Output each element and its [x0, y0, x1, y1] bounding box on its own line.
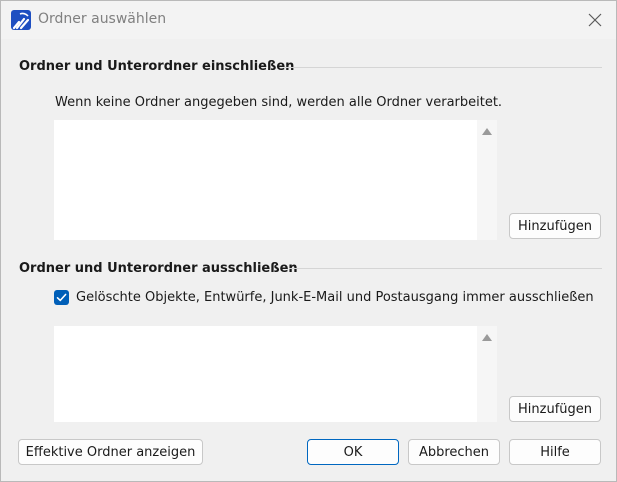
exclude-default-folders-label[interactable]: Gelöschte Objekte, Entwürfe, Junk-E-Mail… [76, 290, 594, 305]
include-list-scrollbar[interactable] [477, 120, 497, 240]
scroll-up-arrow-icon[interactable] [482, 334, 492, 341]
include-add-button[interactable]: Hinzufügen [509, 213, 601, 239]
close-icon [588, 13, 602, 27]
exclude-section-heading: Ordner und Unterordner ausschließen [19, 261, 298, 276]
checkmark-icon [56, 293, 67, 302]
include-hint-text: Wenn keine Ordner angegeben sind, werden… [55, 95, 503, 110]
exclude-section-divider [289, 268, 602, 269]
include-section-divider [285, 67, 602, 68]
include-folder-list[interactable] [54, 120, 497, 240]
title-bar[interactable]: Ordner auswählen [1, 1, 616, 39]
exclude-default-folders-checkbox[interactable] [54, 290, 69, 305]
app-icon [11, 10, 31, 30]
include-section-heading: Ordner und Unterordner einschließen [19, 59, 295, 74]
window-title: Ordner auswählen [38, 11, 167, 27]
exclude-folder-list[interactable] [54, 326, 497, 422]
show-effective-folders-button[interactable]: Effektive Ordner anzeigen [18, 439, 203, 465]
cancel-button[interactable]: Abbrechen [408, 439, 500, 465]
dialog-window: Ordner auswählen Ordner und Unterordner … [0, 0, 617, 482]
scroll-up-arrow-icon[interactable] [482, 128, 492, 135]
exclude-add-button[interactable]: Hinzufügen [509, 396, 601, 422]
close-button[interactable] [579, 4, 611, 36]
ok-button[interactable]: OK [307, 439, 399, 465]
help-button[interactable]: Hilfe [509, 439, 601, 465]
exclude-list-scrollbar[interactable] [477, 326, 497, 422]
